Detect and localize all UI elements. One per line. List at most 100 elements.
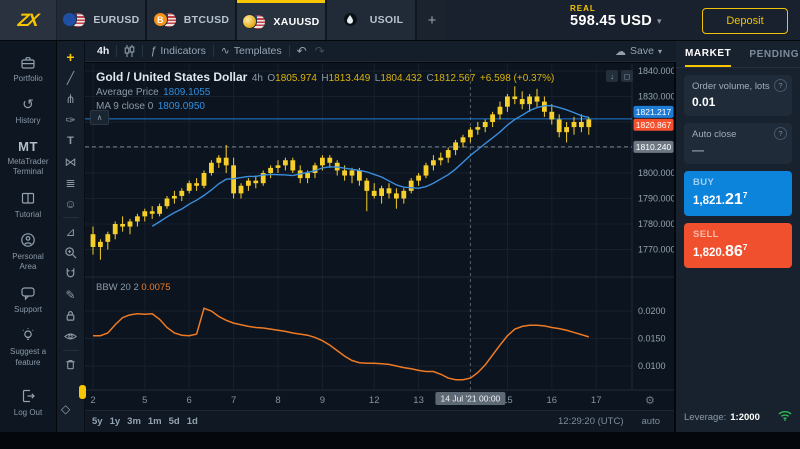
toolbar-divider — [63, 350, 79, 351]
collapse-toolbar-icon[interactable]: ◇ — [61, 402, 70, 416]
svg-text:13: 13 — [413, 395, 424, 406]
buy-button[interactable]: BUY 1,821.217 — [684, 171, 792, 216]
svg-text:2: 2 — [90, 395, 95, 406]
candlestick-icon — [124, 45, 135, 57]
svg-text:6: 6 — [187, 395, 192, 406]
emoji-tool-icon[interactable]: ☺ — [62, 193, 80, 214]
drawing-marker-pill[interactable] — [79, 385, 86, 399]
svg-text:1780.000: 1780.000 — [638, 219, 674, 229]
range-5y[interactable]: 5y — [92, 416, 103, 427]
range-1y[interactable]: 1y — [110, 416, 121, 427]
history-icon: ↺ — [20, 96, 37, 113]
svg-text:1830.000: 1830.000 — [638, 92, 674, 102]
axis-settings-gear-icon[interactable]: ⚙ — [645, 394, 655, 407]
forecast-tool-icon[interactable]: ≣ — [62, 172, 80, 193]
pattern-tool-icon[interactable]: ⋈ — [62, 151, 80, 172]
sidebar-item-history[interactable]: ↺ History — [3, 96, 53, 126]
sidebar: Portfolio ↺ History MT MetaTrader Termin… — [0, 41, 56, 432]
mt-badge: MT — [18, 139, 38, 154]
zoom-tool-icon[interactable] — [62, 242, 80, 263]
order-panel-tabs: MARKET PENDING — [676, 41, 800, 68]
sidebar-item-metatrader[interactable]: MT MetaTrader Terminal — [3, 139, 53, 178]
crosshair-tool-icon[interactable]: + — [62, 46, 80, 67]
chart-area[interactable]: 25678912131516170.02000.01500.01001840.0… — [85, 63, 674, 410]
price-chart[interactable]: 25678912131516170.02000.01500.01001840.0… — [85, 63, 674, 410]
auto-close-value[interactable]: — — [692, 143, 784, 157]
sidebar-item-support[interactable]: Support — [3, 285, 53, 315]
cloud-icon: ☁ — [615, 45, 626, 58]
auto-scale-toggle[interactable]: auto — [642, 416, 661, 427]
range-5d[interactable]: 5d — [169, 416, 180, 427]
logout-icon — [20, 388, 37, 405]
order-volume-field[interactable]: Order volume, lots 0.01 ? — [684, 75, 792, 116]
auto-close-field[interactable]: Auto close — ? — [684, 123, 792, 164]
svg-text:0.0100: 0.0100 — [638, 361, 666, 371]
account-type-badge: REAL — [570, 4, 662, 13]
account-selector[interactable]: REAL 598.45 USD ▾ — [570, 4, 662, 29]
help-icon[interactable]: ? — [774, 79, 787, 92]
chevron-down-icon: ▾ — [658, 47, 662, 56]
bbw-indicator-label: BBW 20 2 0.0075 — [96, 282, 170, 293]
tab-eurusd[interactable]: EURUSD — [57, 0, 145, 40]
trend-line-tool-icon[interactable]: ╱ — [62, 67, 80, 88]
eurusd-pair-icon — [62, 12, 86, 28]
timeframe-button[interactable]: 4h — [97, 45, 109, 57]
brush-tool-icon[interactable]: ✑ — [62, 109, 80, 130]
svg-text:1790.000: 1790.000 — [638, 194, 674, 204]
svg-text:17: 17 — [591, 395, 602, 406]
range-1m[interactable]: 1m — [148, 416, 162, 427]
add-instrument-button[interactable]: + — [417, 0, 447, 40]
tab-xauusd[interactable]: XAUUSD — [237, 0, 325, 40]
order-volume-value[interactable]: 0.01 — [692, 95, 784, 109]
scroll-to-end-button[interactable]: ↓ — [606, 70, 618, 82]
undo-button[interactable]: ↶ — [297, 44, 307, 58]
magnet-tool-icon[interactable] — [62, 263, 80, 284]
ma-value: 1809.0950 — [158, 101, 205, 112]
svg-text:16: 16 — [547, 395, 558, 406]
edit-tool-icon[interactable]: ✎ — [62, 284, 80, 305]
lock-tool-icon[interactable] — [62, 305, 80, 326]
ruler-tool-icon[interactable]: ⊿ — [62, 221, 80, 242]
sidebar-item-personal-area[interactable]: Personal Area — [3, 232, 53, 273]
indicators-button[interactable]: ƒ Indicators — [150, 45, 206, 57]
plus-icon: + — [428, 12, 437, 29]
brand-logo[interactable]: ZX — [0, 0, 56, 40]
tab-market[interactable]: MARKET — [685, 41, 731, 67]
sidebar-item-logout[interactable]: Log Out — [3, 388, 53, 418]
text-tool-icon[interactable]: T — [62, 130, 80, 151]
help-icon[interactable]: ? — [774, 127, 787, 140]
sidebar-item-tutorial[interactable]: Tutorial — [3, 190, 53, 220]
svg-text:1821.217: 1821.217 — [636, 107, 672, 117]
drawing-toolbar: + ╱ ⋔ ✑ T ⋈ ≣ ☺ ⊿ ✎ — [57, 41, 85, 432]
screenshot-button[interactable]: ◻ — [621, 70, 633, 82]
pitchfork-tool-icon[interactable]: ⋔ — [62, 88, 80, 109]
change-value: +6.598 (+0.37%) — [480, 73, 555, 84]
chart-legend: Gold / United States Dollar 4h O1805.974… — [96, 69, 554, 111]
legend-collapse-button[interactable]: ∧ — [90, 110, 109, 125]
tab-pending[interactable]: PENDING — [749, 41, 799, 67]
svg-text:7: 7 — [231, 395, 236, 406]
range-3m[interactable]: 3m — [127, 416, 141, 427]
leverage-value: 1:2000 — [730, 412, 760, 423]
trash-tool-icon[interactable] — [62, 354, 80, 375]
brand-logo-text: ZX — [17, 10, 39, 31]
range-1d[interactable]: 1d — [187, 416, 198, 427]
svg-text:0.0150: 0.0150 — [638, 334, 666, 344]
order-panel: MARKET PENDING Order volume, lots 0.01 ?… — [676, 41, 800, 432]
tab-usoil[interactable]: USOIL — [327, 0, 415, 40]
save-layout-button[interactable]: ☁ Save ▾ — [615, 45, 662, 58]
redo-button[interactable]: ↷ — [315, 44, 325, 58]
sidebar-item-suggest-feature[interactable]: Suggest a feature — [3, 327, 53, 368]
eye-tool-icon[interactable] — [62, 326, 80, 347]
svg-text:12: 12 — [369, 395, 380, 406]
svg-text:1820.867: 1820.867 — [636, 120, 672, 130]
sell-button[interactable]: SELL 1,820.867 — [684, 223, 792, 268]
tab-btcusd[interactable]: B BTCUSD — [147, 0, 235, 40]
templates-button[interactable]: ∿ Templates — [221, 45, 282, 57]
chart-style-button[interactable] — [124, 45, 135, 57]
trading-terminal: ZX EURUSD B BTCUSD XAUUSD USOIL — [0, 0, 800, 449]
deposit-button[interactable]: Deposit — [702, 8, 788, 34]
svg-text:9: 9 — [320, 395, 325, 406]
range-bar: 5y 1y 3m 1m 5d 1d 12:29:20 (UTC) auto — [85, 410, 674, 432]
sidebar-item-portfolio[interactable]: Portfolio — [3, 54, 53, 84]
